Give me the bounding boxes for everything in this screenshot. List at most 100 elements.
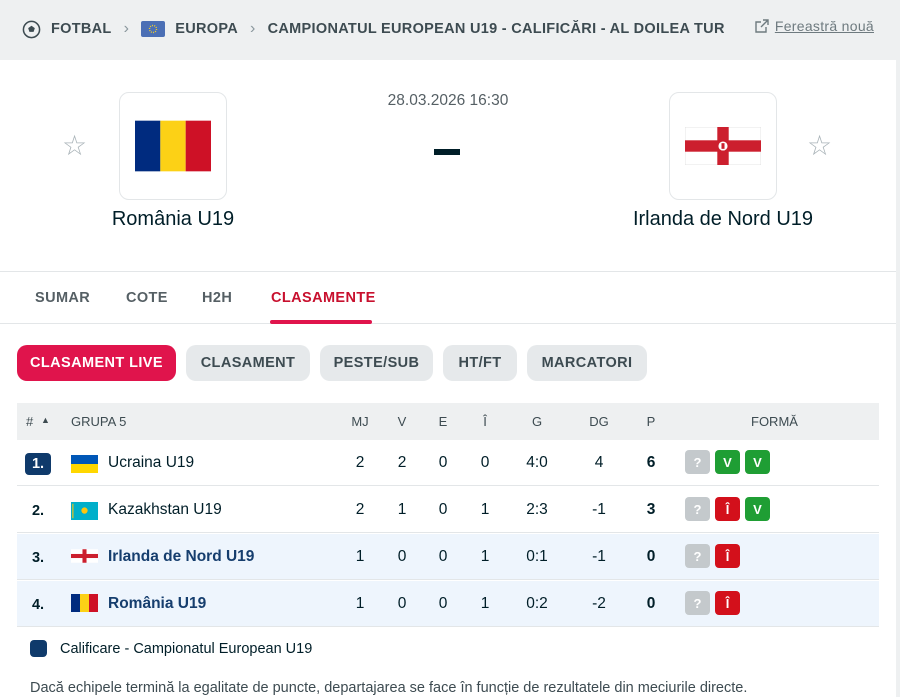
col-p[interactable]: P [636,414,666,429]
breadcrumb-competition[interactable]: CAMPIONATUL EUROPEAN U19 - CALIFICĂRI - … [268,21,725,37]
table-row[interactable]: 4. România U19 1 0 0 1 0:2 -2 0 ? Î [17,581,879,627]
tab-cote[interactable]: COTE [126,290,168,306]
romania-flag-icon [71,594,98,617]
cell-i: 0 [480,454,490,471]
cell-dg: 4 [594,454,604,471]
favorite-away-star-icon[interactable]: ☆ [807,132,832,160]
subtab-ht-ft[interactable]: HT/FT [443,345,517,381]
subtab-clasament-live[interactable]: CLASAMENT LIVE [17,345,176,381]
away-team-logo[interactable] [669,92,777,200]
romania-flag-icon [135,120,211,172]
cell-e: 0 [438,595,448,612]
cell-g: 0:1 [526,548,548,565]
col-group[interactable]: GRUPA 5 [71,414,126,429]
cell-mj: 2 [355,454,365,471]
cell-v: 0 [397,548,407,565]
rank-badge: 3. [31,550,45,566]
col-form: FORMĂ [751,414,798,429]
tab-clasamente[interactable]: CLASAMENTE [271,290,376,306]
cell-v: 1 [397,501,407,518]
form-badge-unknown[interactable]: ? [685,544,710,568]
rank-badge: 4. [31,597,45,613]
qualification-legend: Calificare - Campionatul European U19 [30,640,312,657]
home-team-logo[interactable] [119,92,227,200]
form-badge-unknown[interactable]: ? [685,497,710,521]
legend-label: Calificare - Campionatul European U19 [60,640,313,657]
team-name[interactable]: Kazakhstan U19 [108,501,222,519]
table-row[interactable]: 2. Kazakhstan U19 2 1 0 1 2:3 -1 3 ? Î V [17,487,879,533]
northern-ireland-flag-icon [71,549,98,568]
form-badge-loss[interactable]: Î [715,591,740,615]
col-e[interactable]: E [428,414,458,429]
cell-p: 3 [646,501,656,518]
cell-g: 2:3 [526,501,548,518]
external-link-icon [755,19,769,33]
cell-dg: -2 [592,595,606,612]
cell-dg: -1 [592,548,606,565]
team-name[interactable]: Ucraina U19 [108,454,194,472]
tiebreak-note: Dacă echipele termină la egalitate de pu… [30,680,748,696]
form-badge-win[interactable]: V [745,497,770,521]
new-window-label: Fereastră nouă [774,18,874,34]
cell-i: 1 [480,595,490,612]
col-dg[interactable]: DG [584,414,614,429]
away-team-name[interactable]: Irlanda de Nord U19 [618,208,828,231]
form-badge-unknown[interactable]: ? [685,450,710,474]
sort-asc-icon[interactable]: ▲ [41,415,50,425]
cell-mj: 1 [355,548,365,565]
form-badge-loss[interactable]: Î [715,544,740,568]
active-tab-indicator [270,320,372,324]
form-badges: ? Î [685,544,740,568]
kazakhstan-flag-icon [71,502,98,525]
cell-i: 1 [480,548,490,565]
northern-ireland-flag-icon [685,127,761,165]
cell-dg: -1 [592,501,606,518]
cell-e: 0 [438,454,448,471]
cell-g: 4:0 [526,454,548,471]
col-mj[interactable]: MJ [345,414,375,429]
cell-p: 0 [646,548,656,565]
qualification-color-swatch [30,640,47,657]
match-score-dash [434,149,460,155]
favorite-home-star-icon[interactable]: ☆ [62,132,87,160]
cell-p: 6 [646,454,656,471]
col-v[interactable]: V [387,414,417,429]
form-badge-win[interactable]: V [715,450,740,474]
subtab-marcatori[interactable]: MARCATORI [527,345,647,381]
match-datetime: 28.03.2026 16:30 [387,92,509,109]
cell-e: 0 [438,501,448,518]
breadcrumb-sport[interactable]: FOTBAL [51,21,112,37]
rank-badge: 2. [31,503,45,519]
form-badge-loss[interactable]: Î [715,497,740,521]
col-rank[interactable]: # [26,414,33,429]
cell-p: 0 [646,595,656,612]
tab-sumar[interactable]: SUMAR [35,290,90,306]
rank-badge: 1. [25,453,51,475]
home-team-name[interactable]: România U19 [93,208,253,231]
table-row[interactable]: 3. Irlanda de Nord U19 1 0 0 1 0:1 -1 0 … [17,534,879,580]
table-row[interactable]: 1. Ucraina U19 2 2 0 0 4:0 4 6 ? V V [17,440,879,486]
team-name[interactable]: Irlanda de Nord U19 [108,548,254,566]
europe-flag-icon [141,21,166,37]
tab-h2h[interactable]: H2H [202,290,232,306]
standings-header: # ▲ GRUPA 5 MJ V E Î G DG P FORMĂ [17,403,879,440]
cell-v: 0 [397,595,407,612]
breadcrumb-region[interactable]: EUROPA [175,21,238,37]
football-icon [22,20,41,38]
form-badges: ? Î V [685,497,770,521]
col-i[interactable]: Î [470,414,500,429]
form-badge-win[interactable]: V [745,450,770,474]
subtab-clasament[interactable]: CLASAMENT [186,345,310,381]
match-tabs: SUMAR COTE H2H CLASAMENTE [0,271,896,324]
chevron-right-icon: › [123,20,130,37]
col-g[interactable]: G [522,414,552,429]
team-name[interactable]: România U19 [108,595,206,613]
subtab-peste-sub[interactable]: PESTE/SUB [320,345,433,381]
cell-v: 2 [397,454,407,471]
cell-mj: 2 [355,501,365,518]
new-window-link[interactable]: Fereastră nouă [754,18,874,34]
form-badges: ? Î [685,591,740,615]
form-badge-unknown[interactable]: ? [685,591,710,615]
cell-mj: 1 [355,595,365,612]
breadcrumb: FOTBAL › EUROPA › CAMPIONATUL EUROPEAN U… [0,0,900,58]
